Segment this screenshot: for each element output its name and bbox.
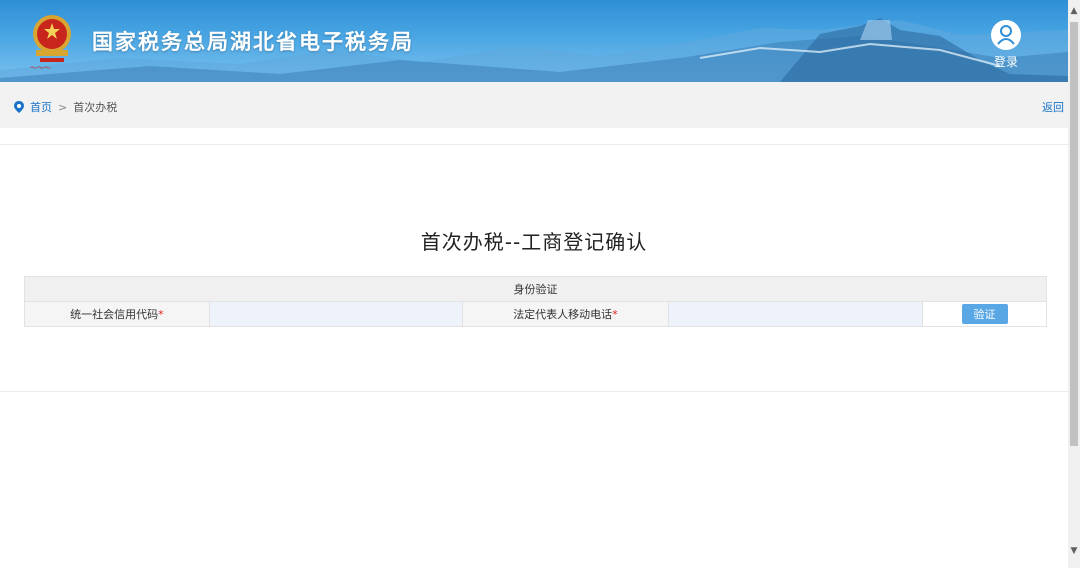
site-title: 国家税务总局湖北省电子税务局 xyxy=(92,30,414,54)
mobile-phone-cell xyxy=(668,301,924,327)
page-title: 首次办税--工商登记确认 xyxy=(420,230,648,254)
scrollbar-thumb[interactable] xyxy=(1070,22,1078,446)
verify-button-cell: 验证 xyxy=(922,301,1047,327)
breadcrumb-bar: 首页 > 首次办税 返回 xyxy=(0,82,1068,128)
location-pin-icon xyxy=(14,101,24,113)
section-title: 身份验证 xyxy=(24,276,1047,302)
svg-text:～～～: ～～～ xyxy=(30,64,51,72)
mobile-phone-label-text: 法定代表人移动电话 xyxy=(513,308,613,321)
required-mark: * xyxy=(158,308,164,321)
mobile-phone-label: 法定代表人移动电话* xyxy=(461,301,670,327)
verify-button[interactable]: 验证 xyxy=(961,304,1008,324)
user-icon xyxy=(991,20,1021,50)
credit-code-label-text: 统一社会信用代码 xyxy=(70,308,159,321)
breadcrumb-home-link[interactable]: 首页 xyxy=(30,99,52,115)
breadcrumb-separator: > xyxy=(58,100,68,114)
scroll-up-icon[interactable]: ▲ xyxy=(1068,4,1080,18)
site-header: ～～～ 国家税务总局湖北省电子税务局 登录 xyxy=(0,0,1068,82)
table-header-row: 身份验证 xyxy=(24,276,1047,302)
back-link[interactable]: 返回 xyxy=(1042,99,1064,115)
required-mark: * xyxy=(612,308,618,321)
breadcrumb-current: 首次办税 xyxy=(73,101,118,114)
main-panel xyxy=(0,144,1068,392)
credit-code-label: 统一社会信用代码* xyxy=(24,301,210,327)
scroll-down-icon[interactable]: ▼ xyxy=(1068,544,1080,558)
breadcrumb: 首页 > 首次办税 xyxy=(14,99,117,115)
login-button[interactable]: 登录 xyxy=(986,20,1026,70)
emblem-icon: ～～～ xyxy=(30,15,71,72)
vertical-scrollbar[interactable]: ▲ ▼ xyxy=(1068,0,1080,568)
credit-code-input[interactable] xyxy=(209,302,462,326)
identity-verification-table: 身份验证 统一社会信用代码* 法定代表人移动电话* 验证 xyxy=(24,276,1047,327)
login-label: 登录 xyxy=(993,55,1018,69)
table-row: 统一社会信用代码* 法定代表人移动电话* 验证 xyxy=(24,301,1047,327)
credit-code-cell xyxy=(208,301,463,327)
mobile-phone-input[interactable] xyxy=(669,302,923,326)
